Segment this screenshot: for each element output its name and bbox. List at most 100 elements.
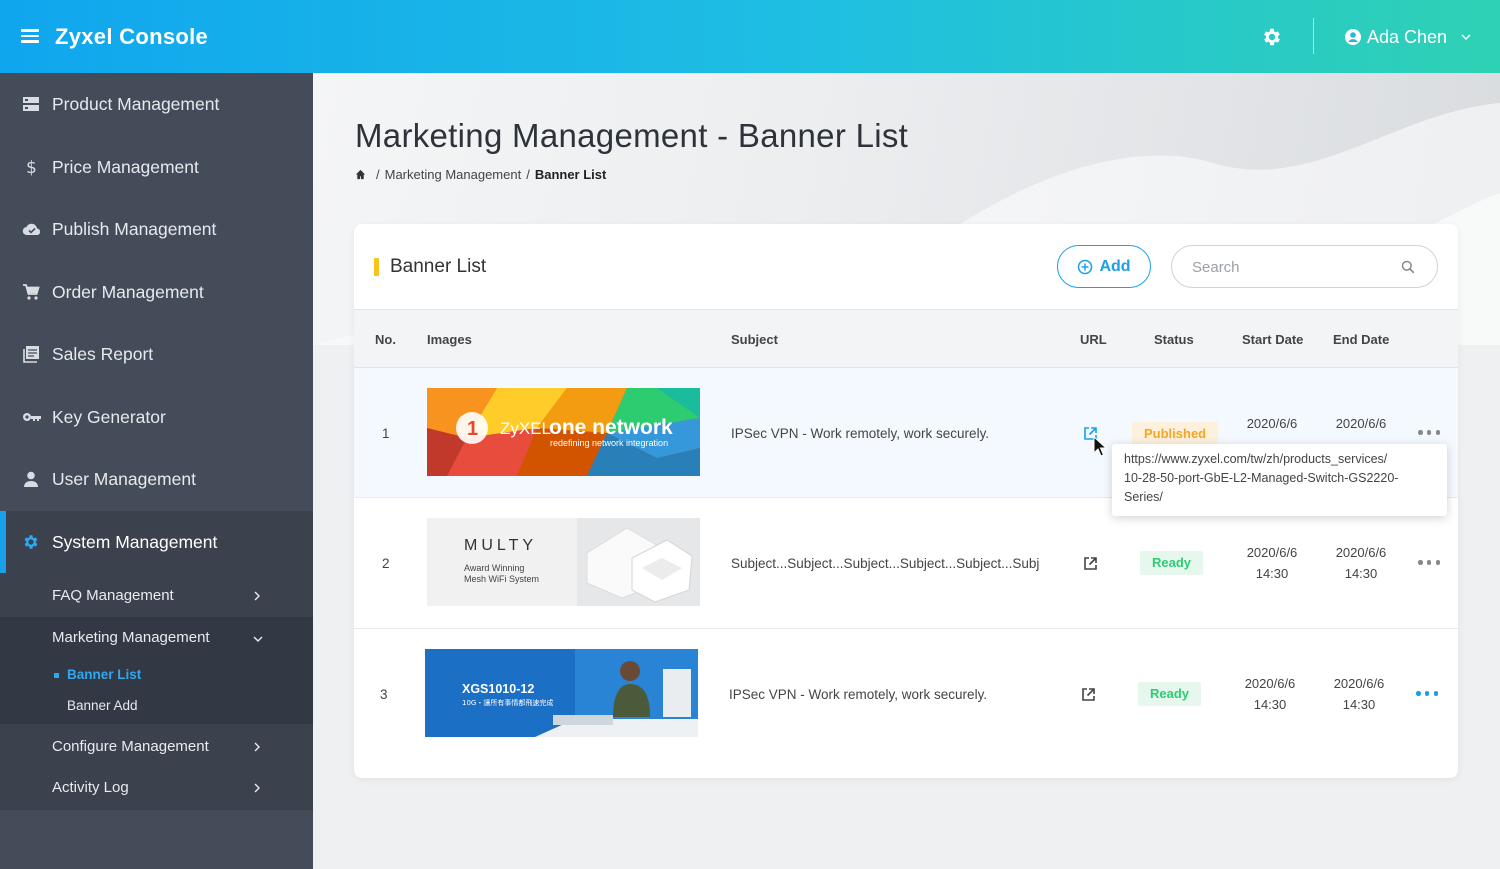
status-badge: Ready	[1140, 551, 1204, 575]
table-row[interactable]: 2 MULTY Award Winning Mesh WiFi System S…	[354, 499, 1458, 629]
user-icon	[24, 471, 38, 487]
submenu-item-marketing-management[interactable]: Marketing Management	[0, 617, 313, 659]
submenu-item-label: FAQ Management	[52, 587, 174, 604]
row-subject: Subject...Subject...Subject...Subject...…	[731, 556, 1040, 571]
sidebar-item-product-management[interactable]: Product Management	[0, 73, 313, 135]
system-submenu: FAQ Management Marketing Management Bann…	[0, 573, 313, 810]
app-title: Zyxel Console	[55, 24, 209, 49]
column-header-subject: Subject	[731, 332, 778, 347]
column-header-end-date: End Date	[1333, 332, 1390, 347]
row-start-date: 2020/6/6	[1246, 416, 1298, 431]
row-start-date: 2020/6/6 14:30	[1246, 545, 1298, 581]
tooltip-line: Series/	[1124, 490, 1163, 504]
row-end-date: 2020/6/6	[1335, 416, 1387, 431]
submenu-item-faq-management[interactable]: FAQ Management	[0, 575, 313, 617]
submenu-item-label: Activity Log	[52, 779, 129, 796]
banner-brand-text: ZyXEL	[500, 419, 551, 438]
column-header-no: No.	[375, 332, 396, 347]
sidebar-item-label: Publish Management	[52, 218, 217, 239]
sidebar-item-key-generator[interactable]: Key Generator	[0, 386, 313, 448]
banner-image[interactable]: XGS1010-12 10G・讓所有事情都飛速完成	[425, 649, 698, 737]
report-icon	[23, 346, 39, 363]
row-number: 2	[382, 556, 390, 571]
row-end-date: 2020/6/6 14:30	[1335, 545, 1387, 581]
more-actions-icon[interactable]	[1418, 430, 1440, 436]
more-actions-icon[interactable]	[1416, 691, 1438, 697]
menu-icon[interactable]	[21, 29, 39, 43]
banner-headline: one network	[549, 416, 673, 439]
sidebar-item-sales-report[interactable]: Sales Report	[0, 323, 313, 385]
banner-tagline-2: Mesh WiFi System	[464, 574, 539, 584]
cloud-check-icon	[22, 223, 41, 236]
breadcrumb-banner-list: Banner List	[534, 167, 607, 182]
sidebar-item-label: Key Generator	[52, 406, 166, 427]
table-row[interactable]: 3 XGS1010-12 10G・讓所有事情都飛速完成 IPSec VPN - …	[354, 629, 1458, 759]
marketing-submenu-group: Marketing Management Banner List Banner …	[0, 617, 313, 724]
breadcrumb-marketing-management[interactable]: Marketing Management	[385, 167, 522, 182]
submenu-item-banner-add[interactable]: Banner Add	[0, 690, 313, 722]
page-title: Marketing Management - Banner List	[355, 117, 909, 154]
active-dot	[54, 673, 59, 678]
column-header-url: URL	[1080, 332, 1107, 347]
chevron-right-icon	[254, 742, 260, 752]
banner-tagline-1: Award Winning	[464, 563, 524, 573]
add-button-label: Add	[1099, 257, 1131, 275]
card-header: Banner List Add	[354, 224, 1458, 309]
sidebar-item-user-management[interactable]: User Management	[0, 448, 313, 510]
sidebar-item-label: System Management	[52, 531, 218, 552]
dollar-icon: $	[26, 158, 37, 176]
chevron-right-icon	[254, 783, 260, 793]
sidebar-item-price-management[interactable]: $ Price Management	[0, 136, 313, 198]
row-end-date: 2020/6/6 14:30	[1333, 676, 1385, 712]
submenu-item-activity-log[interactable]: Activity Log	[0, 767, 313, 809]
row-number: 3	[380, 687, 388, 702]
banner-image[interactable]: 1 ZyXEL one network redefining network i…	[427, 388, 700, 476]
sidebar-item-label: Order Management	[52, 281, 204, 302]
chevron-down-icon	[1461, 34, 1471, 40]
url-tooltip: https://www.zyxel.com/tw/zh/products_ser…	[1112, 444, 1447, 516]
sidebar-item-label: User Management	[52, 468, 196, 489]
server-icon	[23, 97, 39, 111]
banner-image[interactable]: MULTY Award Winning Mesh WiFi System	[427, 518, 700, 606]
banner-headline: XGS1010-12	[462, 682, 534, 696]
home-icon[interactable]	[355, 169, 366, 180]
key-icon	[23, 413, 41, 421]
status-badge: Ready	[1138, 682, 1202, 706]
submenu-item-label: Banner Add	[67, 698, 138, 713]
search-input[interactable]	[1192, 257, 1392, 277]
row-subject: IPSec VPN - Work remotely, work securely…	[729, 687, 988, 702]
column-header-start-date: Start Date	[1242, 332, 1304, 347]
settings-gear-icon[interactable]	[1261, 26, 1283, 48]
card-title: Banner List	[390, 256, 487, 277]
top-bar: Zyxel Console Ada Chen	[0, 0, 1500, 73]
sidebar-item-label: Price Management	[52, 156, 199, 177]
search-icon[interactable]	[1401, 260, 1415, 274]
external-link-icon[interactable]	[1081, 687, 1096, 702]
sidebar-item-publish-management[interactable]: Publish Management	[0, 198, 313, 260]
cart-icon	[23, 284, 40, 300]
user-avatar-icon	[1345, 29, 1361, 45]
submenu-item-banner-list[interactable]: Banner List	[0, 659, 313, 691]
external-link-icon[interactable]	[1083, 556, 1098, 571]
tooltip-line: 10-28-50-port-GbE-L2-Managed-Switch-GS22…	[1124, 471, 1399, 485]
title-accent-bar	[374, 258, 379, 276]
sidebar: Product Management $ Price Management Pu…	[0, 73, 313, 869]
banner-headline: MULTY	[464, 537, 537, 554]
sidebar-item-system-management[interactable]: System Management	[0, 511, 313, 573]
header-divider	[1313, 18, 1314, 54]
submenu-item-label: Banner List	[67, 667, 142, 682]
chevron-right-icon	[254, 591, 260, 601]
row-start-date: 2020/6/6 14:30	[1244, 676, 1296, 712]
more-actions-icon[interactable]	[1418, 560, 1440, 566]
table-header: No. Images Subject URL Status Start Date…	[354, 309, 1458, 368]
search-box	[1171, 245, 1438, 288]
sidebar-item-label: Sales Report	[52, 343, 154, 364]
add-button[interactable]: Add	[1057, 245, 1151, 288]
submenu-item-configure-management[interactable]: Configure Management	[0, 726, 313, 768]
sidebar-item-order-management[interactable]: Order Management	[0, 261, 313, 323]
user-menu[interactable]: Ada Chen	[1345, 26, 1471, 48]
mouse-cursor-icon	[1093, 436, 1107, 457]
status-badge: Published	[1132, 422, 1219, 446]
plus-circle-icon	[1078, 259, 1093, 274]
banner-brand-number: 1	[467, 418, 478, 440]
